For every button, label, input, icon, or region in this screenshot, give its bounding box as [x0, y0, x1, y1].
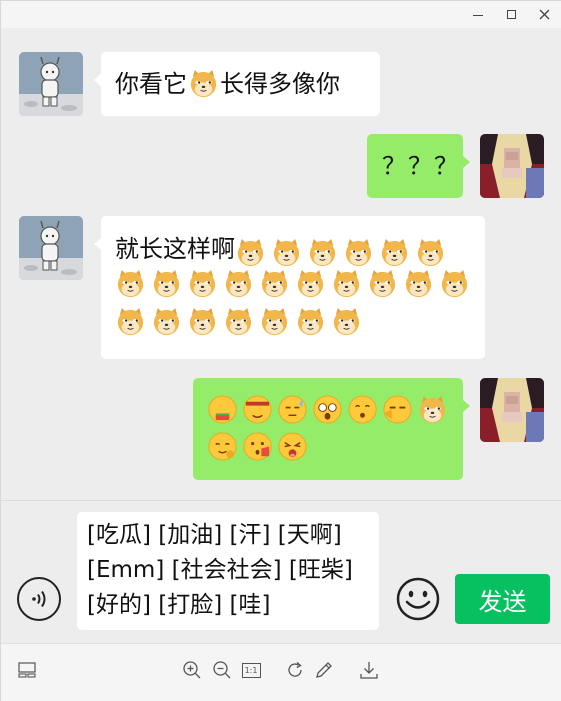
doge-emoji-icon — [187, 306, 218, 337]
doge-emoji-icon — [415, 237, 446, 268]
emoji-icon — [243, 432, 272, 461]
zoom-out-icon[interactable] — [211, 659, 233, 681]
astronaut-avatar[interactable] — [19, 216, 83, 280]
smile-icon — [396, 577, 440, 621]
bottom-toolbar: 1:1 — [1, 643, 561, 701]
actual-size-label: 1:1 — [241, 662, 261, 678]
doge-emoji-icon — [307, 237, 338, 268]
minimize-icon[interactable] — [467, 5, 489, 23]
voice-input-button[interactable] — [17, 577, 61, 621]
doge-emoji-icon — [367, 268, 398, 299]
maximize-icon[interactable] — [500, 5, 522, 23]
close-icon[interactable] — [533, 5, 555, 23]
message-bubble-1[interactable]: 你看它 长得多像你 — [94, 52, 380, 116]
doge-emoji-icon — [151, 268, 182, 299]
layout-icon[interactable] — [16, 659, 38, 681]
emoji-icon — [348, 395, 377, 424]
doge-emoji-icon — [115, 268, 146, 299]
doge-emoji-icon — [271, 237, 302, 268]
message-bubble-4[interactable] — [193, 378, 470, 480]
message-text: 长得多像你 — [220, 70, 340, 98]
blurred-photo-avatar[interactable] — [480, 378, 544, 442]
emoji-icon — [208, 395, 237, 424]
doge-emoji-icon — [187, 268, 218, 299]
emoji-icon — [313, 395, 342, 424]
message-bubble-3[interactable]: 就长这样啊 — [94, 216, 485, 359]
doge-emoji-icon — [295, 306, 326, 337]
doge-emoji-icon — [223, 306, 254, 337]
doge-emoji-icon — [188, 68, 219, 99]
blurred-photo-avatar[interactable] — [480, 134, 544, 198]
emoji-icon — [243, 395, 272, 424]
emoji-icon — [278, 432, 307, 461]
title-bar — [1, 1, 561, 28]
edit-icon[interactable] — [313, 659, 335, 681]
voice-icon — [32, 590, 46, 608]
rotate-icon[interactable] — [284, 659, 306, 681]
doge-emoji-icon — [295, 268, 326, 299]
doge-emoji-icon — [259, 306, 290, 337]
emoji-icon — [278, 395, 307, 424]
emoji-icon — [208, 432, 237, 461]
doge-emoji-icon — [115, 306, 146, 337]
chat-window: 你看它 长得多像你 ？？？ 就长这样啊 [吃瓜] [加油] [汗] [天啊] [… — [0, 0, 561, 701]
emoji-icon — [383, 395, 412, 424]
doge-emoji-icon — [331, 268, 362, 299]
doge-emoji-icon — [331, 306, 362, 337]
send-button[interactable]: 发送 — [455, 574, 550, 624]
doge-emoji-icon — [403, 268, 434, 299]
doge-emoji-icon — [223, 268, 254, 299]
download-icon[interactable] — [358, 659, 380, 681]
message-input[interactable]: [吃瓜] [加油] [汗] [天啊] [Emm] [社会社会] [旺柴] [好的… — [77, 512, 379, 630]
actual-size-icon[interactable]: 1:1 — [240, 659, 262, 681]
message-bubble-2[interactable]: ？？？ — [367, 134, 470, 198]
emoji-button[interactable] — [396, 577, 440, 621]
astronaut-avatar[interactable] — [19, 52, 83, 116]
doge-emoji-icon — [343, 237, 374, 268]
doge-emoji-icon — [439, 268, 470, 299]
doge-emoji-icon — [151, 306, 182, 337]
zoom-in-icon[interactable] — [181, 659, 203, 681]
message-text: 你看它 — [115, 70, 187, 98]
doge-emoji-icon — [379, 237, 410, 268]
message-text: ？？？ — [382, 152, 460, 180]
message-text: 就长这样啊 — [115, 235, 235, 263]
doge-emoji-icon — [259, 268, 290, 299]
emoji-icon — [417, 394, 448, 425]
doge-emoji-icon — [235, 237, 266, 268]
